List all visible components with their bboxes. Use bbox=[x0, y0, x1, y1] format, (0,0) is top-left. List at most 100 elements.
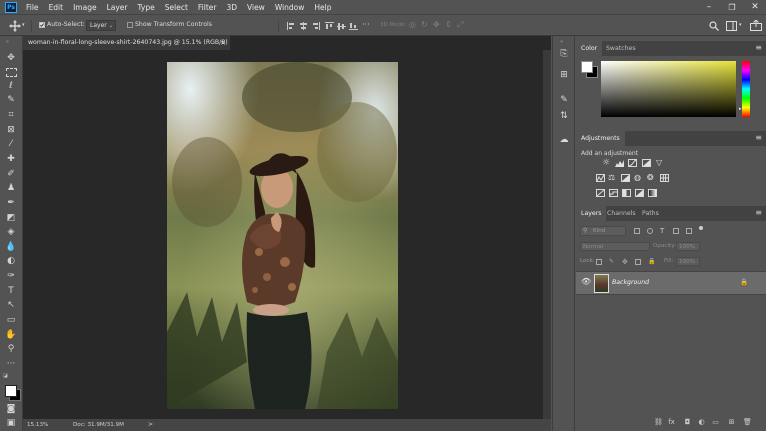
menu-file[interactable]: File bbox=[21, 3, 44, 12]
menu-type[interactable]: Type bbox=[133, 3, 160, 12]
panel-menu-icon[interactable]: ≡ bbox=[755, 133, 762, 142]
menu-select[interactable]: Select bbox=[160, 3, 193, 12]
workspace-icon[interactable] bbox=[726, 21, 737, 31]
image-canvas[interactable] bbox=[167, 62, 398, 409]
auto-select-checkbox[interactable] bbox=[39, 22, 45, 28]
brightness-contrast-icon[interactable]: ☼ bbox=[602, 159, 611, 168]
fill-field[interactable]: 100% bbox=[676, 257, 700, 266]
history-panel-icon[interactable]: ⎘ bbox=[558, 48, 570, 60]
share-icon[interactable] bbox=[750, 20, 762, 31]
color-balance-icon[interactable]: ⚖ bbox=[608, 174, 617, 182]
selective-color-icon[interactable] bbox=[635, 189, 644, 197]
lock-position-icon[interactable]: ✥ bbox=[622, 259, 628, 266]
color-picker-field[interactable] bbox=[601, 61, 736, 117]
zoom-level[interactable]: 15.13% bbox=[27, 422, 48, 428]
align-vertical-center-icon[interactable] bbox=[337, 22, 346, 30]
blur-tool-icon[interactable]: 💧 bbox=[5, 241, 17, 253]
quick-selection-tool-icon[interactable]: ✎ bbox=[5, 94, 17, 106]
menu-filter[interactable]: Filter bbox=[193, 3, 222, 12]
new-layer-icon[interactable]: ⊞ bbox=[728, 419, 735, 426]
pen-tool-icon[interactable]: ✑ bbox=[5, 270, 17, 282]
brush-tool-icon[interactable]: ✐ bbox=[5, 168, 17, 180]
more-options-icon[interactable]: ··· bbox=[362, 20, 370, 29]
workspace-chevron-icon[interactable]: ▾ bbox=[739, 22, 742, 28]
adjust-panel-icon[interactable]: ⇅ bbox=[558, 110, 570, 122]
layer-filter-dropdown[interactable]: ⚲ Kind bbox=[580, 226, 626, 236]
close-tab-icon[interactable]: × bbox=[220, 36, 226, 50]
close-window-button[interactable]: ✕ bbox=[746, 1, 764, 13]
curves-icon[interactable] bbox=[628, 159, 637, 167]
invert-icon[interactable] bbox=[596, 189, 605, 197]
hue-slider-marker-icon[interactable]: ▸ bbox=[739, 106, 742, 112]
layer-visibility-eye-icon[interactable]: 👁 bbox=[581, 277, 591, 286]
search-icon[interactable] bbox=[709, 21, 719, 31]
healing-brush-tool-icon[interactable]: ✚ bbox=[5, 153, 17, 165]
layer-style-icon[interactable]: fx bbox=[668, 419, 675, 426]
status-menu-arrow[interactable]: > bbox=[148, 421, 153, 428]
align-left-icon[interactable] bbox=[287, 22, 296, 30]
lock-all-icon[interactable]: 🔒 bbox=[648, 259, 655, 265]
hue-slider[interactable] bbox=[742, 61, 750, 117]
move-tool-icon[interactable]: ✥ bbox=[5, 52, 17, 64]
default-colors-icon[interactable]: ◪ bbox=[3, 373, 8, 379]
filter-type-icon[interactable]: T bbox=[660, 228, 666, 235]
clone-stamp-tool-icon[interactable]: ♟ bbox=[5, 182, 17, 194]
gradient-map-icon[interactable] bbox=[648, 189, 657, 197]
menu-layer[interactable]: Layer bbox=[102, 3, 133, 12]
menu-3d[interactable]: 3D bbox=[221, 3, 242, 12]
menu-image[interactable]: Image bbox=[68, 3, 102, 12]
marquee-tool-icon[interactable] bbox=[5, 66, 17, 78]
add-mask-icon[interactable]: ◘ bbox=[684, 419, 691, 426]
foreground-color-swatch[interactable] bbox=[5, 385, 17, 397]
minimize-button[interactable]: – bbox=[700, 1, 718, 13]
menu-help[interactable]: Help bbox=[309, 3, 336, 12]
screen-mode-icon[interactable]: ▣ bbox=[5, 417, 17, 429]
crop-tool-icon[interactable]: ⌗ bbox=[5, 109, 17, 121]
channel-mixer-icon[interactable]: ❂ bbox=[647, 174, 656, 182]
hue-saturation-icon[interactable] bbox=[596, 174, 605, 182]
hand-tool-icon[interactable]: ✋ bbox=[5, 329, 17, 341]
exposure-icon[interactable] bbox=[642, 159, 651, 167]
lock-artboard-icon[interactable] bbox=[635, 259, 641, 265]
align-right-icon[interactable] bbox=[311, 22, 320, 30]
path-selection-tool-icon[interactable]: ↖ bbox=[5, 299, 17, 311]
eraser-tool-icon[interactable]: ◩ bbox=[5, 212, 17, 224]
filter-shape-icon[interactable] bbox=[673, 228, 679, 234]
menu-window[interactable]: Window bbox=[270, 3, 310, 12]
filter-toggle-icon[interactable] bbox=[699, 226, 703, 230]
type-tool-icon[interactable]: T bbox=[5, 285, 17, 297]
layer-row[interactable]: 👁 Background 🔒 bbox=[576, 271, 766, 295]
align-bottom-icon[interactable] bbox=[349, 22, 358, 30]
rectangle-tool-icon[interactable]: ▭ bbox=[5, 314, 17, 326]
show-transform-checkbox[interactable] bbox=[127, 22, 133, 28]
eyedropper-tool-icon[interactable]: ⁄ bbox=[5, 138, 17, 150]
filter-adjustment-icon[interactable] bbox=[647, 228, 653, 234]
tool-preset-arrow-icon[interactable]: ▾ bbox=[22, 22, 25, 28]
menu-edit[interactable]: Edit bbox=[44, 3, 69, 12]
link-layers-icon[interactable]: ⛓ bbox=[654, 419, 663, 426]
vibrance-icon[interactable]: ▽ bbox=[656, 159, 665, 167]
tab-adjustments[interactable]: Adjustments bbox=[576, 131, 625, 146]
vertical-scrollbar[interactable] bbox=[543, 50, 551, 419]
opacity-field[interactable]: 100% bbox=[676, 242, 700, 251]
new-group-icon[interactable]: ▭ bbox=[712, 419, 719, 426]
photo-filter-icon[interactable]: ◍ bbox=[634, 174, 643, 182]
libraries-panel-icon[interactable]: ☁ bbox=[558, 134, 570, 146]
filter-pixel-icon[interactable] bbox=[634, 228, 640, 234]
quick-mask-icon[interactable]: ◙ bbox=[5, 403, 17, 415]
frame-tool-icon[interactable]: ⊠ bbox=[5, 124, 17, 136]
menu-view[interactable]: View bbox=[242, 3, 270, 12]
dodge-tool-icon[interactable]: ◐ bbox=[5, 255, 17, 267]
lock-image-icon[interactable]: ✎ bbox=[609, 259, 615, 265]
delete-layer-icon[interactable]: 🗑 bbox=[743, 419, 752, 426]
document-tab[interactable]: woman-in-floral-long-sleeve-shirt-264074… bbox=[23, 36, 231, 50]
posterize-icon[interactable] bbox=[609, 189, 618, 197]
threshold-icon[interactable] bbox=[622, 189, 631, 197]
tab-color[interactable]: Color bbox=[576, 41, 603, 56]
align-top-icon[interactable] bbox=[325, 22, 334, 30]
panel-menu-icon[interactable]: ≡ bbox=[755, 43, 762, 52]
tab-paths[interactable]: Paths bbox=[637, 206, 664, 221]
auto-select-target-dropdown[interactable]: Layer ⌄ bbox=[86, 20, 116, 31]
tab-channels[interactable]: Channels bbox=[602, 206, 641, 221]
new-adjustment-layer-icon[interactable]: ◐ bbox=[698, 419, 705, 426]
